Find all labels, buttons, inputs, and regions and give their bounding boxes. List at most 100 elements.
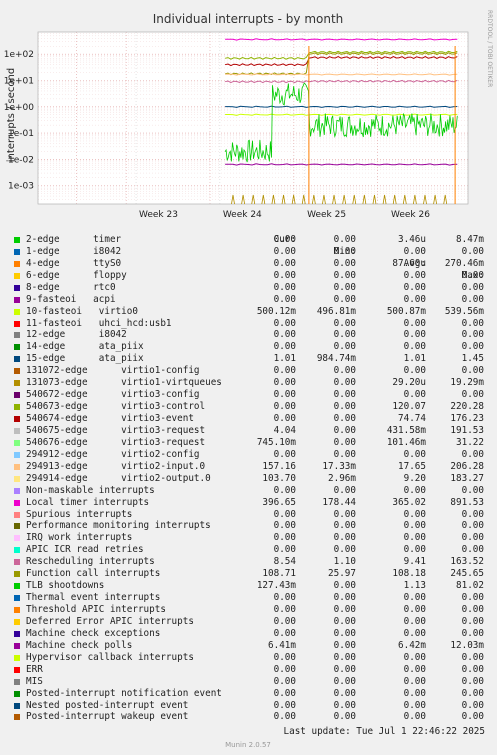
x-tick-label: Week 24 [223, 210, 262, 220]
legend-row: 6-edge floppy 0.00 0.00 0.00 0.00 [14, 270, 494, 282]
legend-swatch [14, 320, 20, 327]
legend-min-value: 0.00 [333, 699, 356, 711]
legend-min-value: 0.00 [333, 401, 356, 413]
legend-min-value: 0.00 [333, 520, 356, 532]
legend-swatch [14, 368, 20, 375]
legend-min-value: 0.00 [333, 436, 356, 448]
legend-row: Machine check exceptions 0.00 0.00 0.00 0.00 [14, 628, 494, 640]
legend-series-name: MIS [26, 675, 43, 687]
legend-min-value: 0.00 [333, 413, 356, 424]
legend-swatch [14, 439, 20, 446]
legend-min-value: 0.00 [333, 293, 356, 305]
y-tick-label: 1e-01 [8, 129, 34, 139]
legend-series-name: 15-edge ata_piix [26, 353, 144, 365]
legend-row: IRQ work interrupts 0.00 0.00 0.00 0.00 [14, 532, 494, 544]
legend-swatch [14, 392, 20, 399]
legend-series-name: TLB shootdowns [26, 580, 105, 592]
legend-swatch [14, 678, 20, 685]
legend-row: Deferred Error APIC interrupts 0.00 0.00 0.… [14, 616, 494, 628]
legend-series-name: 294913-edge virtio2-input.0 [26, 460, 206, 472]
legend-min-value: 0.00 [333, 687, 356, 699]
legend-max-value: 0.00 [461, 293, 484, 305]
legend-series-name: 2-edge timer [26, 233, 122, 245]
legend-series-name: Threshold APIC interrupts [26, 604, 166, 615]
legend-max-value: 8.47m [456, 233, 484, 245]
legend-min-value: 0.00 [333, 675, 356, 687]
legend-series-name: 131072-edge virtio1-config [26, 365, 200, 377]
legend-row: 540674-edge virtio3-event 0.00 0.00 74.74 17… [14, 413, 494, 425]
legend-row: 540672-edge virtio3-config 0.00 0.00 0.00 0.… [14, 389, 494, 401]
legend-series-name: Thermal event interrupts [26, 592, 161, 604]
legend-min-value: 0.00 [333, 711, 356, 723]
legend-swatch [14, 571, 20, 578]
legend-min-value: 0.00 [333, 389, 356, 401]
legend-max-value: 0.00 [461, 317, 484, 329]
legend-swatch [14, 654, 20, 661]
legend-row: 540673-edge virtio3-control 0.00 0.00 120.0… [14, 401, 494, 413]
legend-max-value: 0.00 [461, 520, 484, 532]
legend-min-value: 0.00 [333, 341, 356, 353]
legend-max-value: 891.53 [450, 496, 484, 508]
legend-min-value: 0.00 [333, 615, 356, 627]
legend-row: 9-fasteoi acpi 0.00 0.00 0.00 0.00 [14, 294, 494, 306]
legend-swatch [14, 607, 20, 613]
legend-table: Cur: Min: Avg: Max: 2-edge timer 0.00 0.00… [14, 222, 494, 723]
legend-max-value: 0.00 [461, 699, 484, 711]
legend-series-name: 294914-edge virtio2-output.0 [26, 472, 211, 484]
legend-swatch [14, 296, 20, 303]
legend-row: 8-edge rtc0 0.00 0.00 0.00 0.00 [14, 282, 494, 294]
legend-row: Rescheduling interrupts 8.54 1.10 9.41 163.5… [14, 556, 494, 568]
legend-series-name: IRQ work interrupts [26, 532, 133, 544]
legend-swatch [14, 487, 20, 494]
legend-max-value: 206.28 [450, 460, 484, 472]
legend-min-value: 0.00 [333, 627, 356, 639]
legend-swatch [14, 583, 20, 590]
legend-min-value: 0.00 [333, 281, 356, 293]
legend-max-value: 0.00 [461, 592, 484, 604]
legend-swatch [14, 523, 20, 530]
legend-series-name: Performance monitoring interrupts [26, 520, 211, 532]
legend-max-value: 270.46m [444, 257, 484, 269]
legend-row: Function call interrupts 108.71 25.97 108.1… [14, 568, 494, 580]
legend-series-name: 131073-edge virtio1-virtqueues [26, 377, 222, 389]
legend-max-value: 0.00 [461, 365, 484, 377]
legend-min-value: 1.10 [333, 556, 356, 568]
legend-max-value: 0.00 [461, 627, 484, 639]
legend-swatch [14, 666, 20, 673]
legend-swatch [14, 511, 20, 518]
legend-series-name: 1-edge i8042 [26, 245, 122, 257]
legend-series-name: Posted-interrupt wakeup event [26, 711, 189, 723]
legend-row: 4-edge ttyS0 0.00 0.00 87.60u 270.46m [14, 258, 494, 270]
legend-series-name: Hypervisor callback interrupts [26, 651, 194, 663]
legend-series-name: Spurious interrupts [26, 508, 133, 520]
legend-max-value: 0.00 [461, 245, 484, 257]
legend-row: 540675-edge virtio3-request 4.04 0.00 431.5… [14, 425, 494, 437]
legend-min-value: 0.00 [333, 484, 356, 496]
legend-swatch [14, 380, 20, 387]
legend-max-value: 176.23 [450, 413, 484, 424]
footer-label: Munin 2.0.57 [225, 741, 271, 749]
legend-swatch [14, 404, 20, 411]
legend-row: 2-edge timer 0.00 0.00 3.46u 8.47m [14, 234, 494, 246]
legend-min-value: 2.96m [328, 472, 356, 484]
legend-row: 294914-edge virtio2-output.0 103.70 2.96m 9… [14, 473, 494, 485]
legend-swatch [14, 236, 20, 243]
legend-row: Performance monitoring interrupts 0.00 0.0… [14, 520, 494, 532]
legend-header: Cur: Min: Avg: Max: [14, 222, 494, 281]
legend-max-value: 0.00 [461, 663, 484, 675]
legend-max-value: 245.65 [450, 568, 484, 580]
legend-min-value: 25.97 [328, 568, 356, 580]
legend-min-value: 984.74m [316, 353, 356, 365]
legend-swatch [14, 595, 20, 602]
legend-min-value: 0.00 [333, 269, 356, 281]
legend-series-name: Local timer interrupts [26, 496, 150, 508]
legend-series-name: Rescheduling interrupts [26, 556, 155, 568]
legend-swatch [14, 499, 20, 506]
y-tick-label: 1e-02 [8, 155, 34, 165]
legend-row: 10-fasteoi virtio0 500.12m 496.81m 500.87m 5… [14, 306, 494, 318]
legend-max-value: 0.00 [461, 448, 484, 460]
legend-swatch [14, 618, 20, 625]
legend-swatch [14, 690, 20, 697]
legend-row: 14-edge ata_piix 0.00 0.00 0.00 0.00 [14, 341, 494, 353]
legend-row: Threshold APIC interrupts 0.00 0.00 0.00 0.0… [14, 604, 494, 616]
